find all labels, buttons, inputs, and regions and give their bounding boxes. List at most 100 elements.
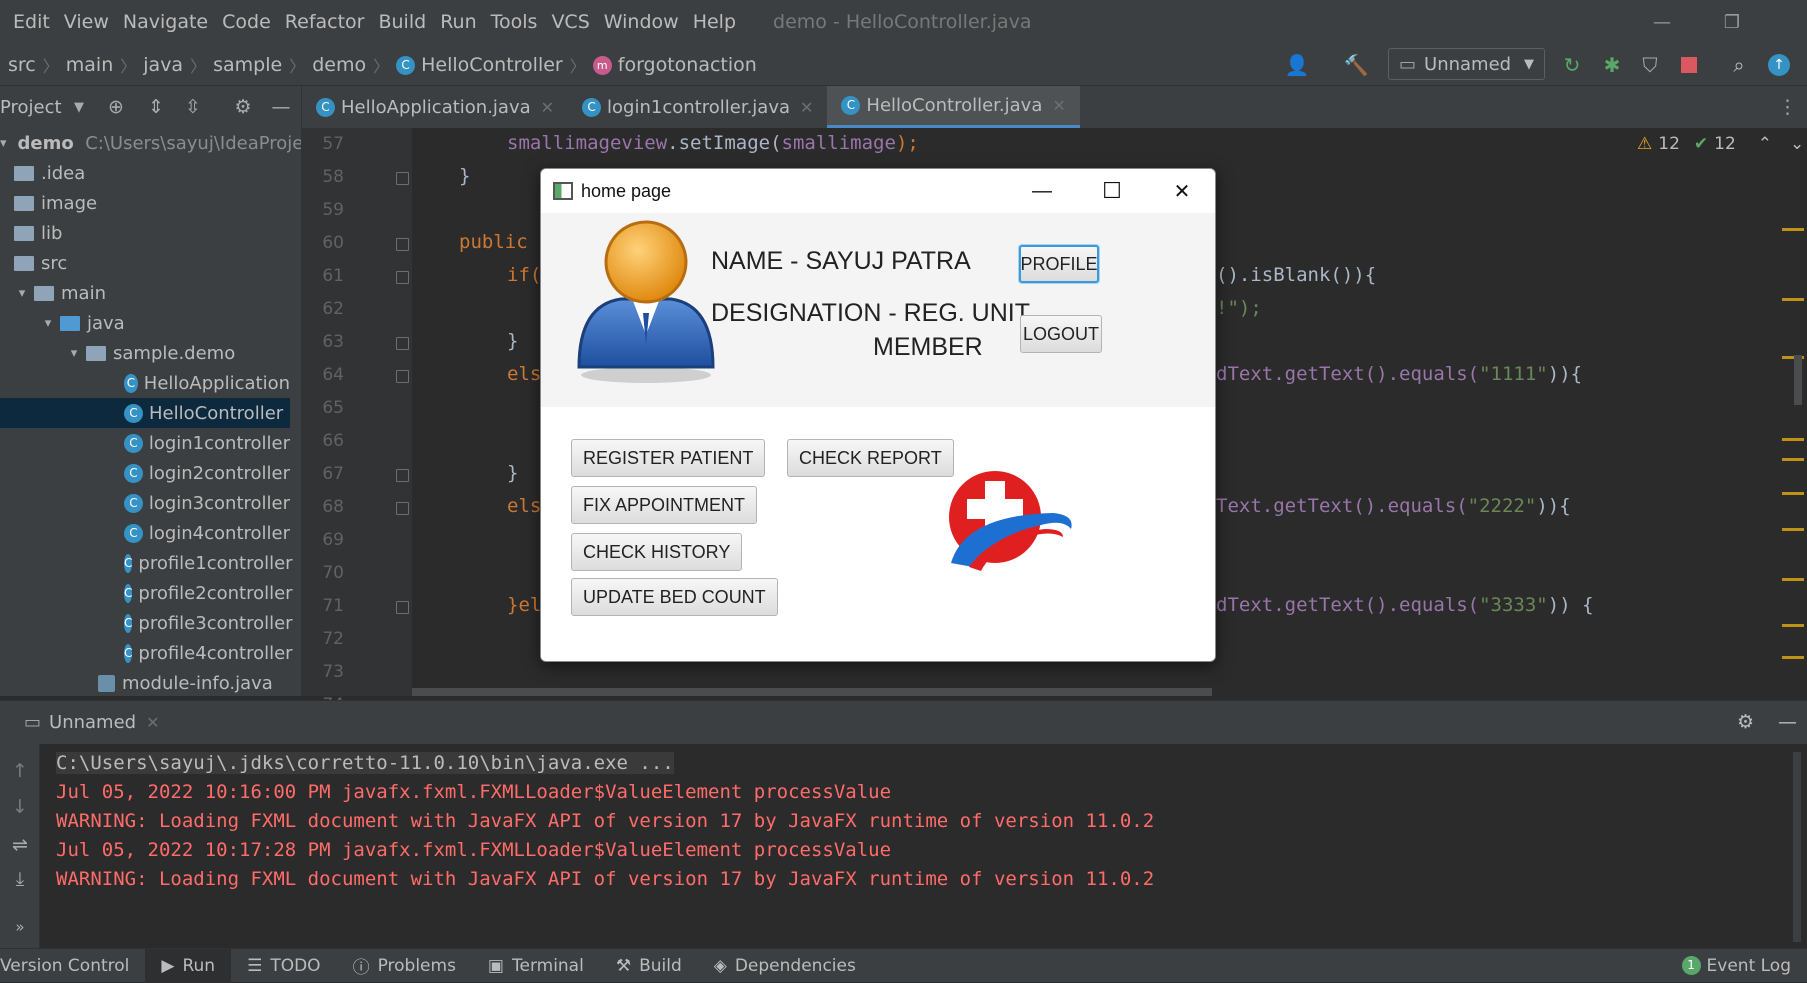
collapse-all-icon[interactable]: ⇳	[178, 86, 208, 128]
maximize-icon[interactable]: ☐	[1077, 169, 1147, 213]
more-icon[interactable]: »	[8, 918, 32, 936]
error-stripe-mark[interactable]	[1782, 438, 1804, 441]
arrow-down-icon[interactable]: ↓	[8, 796, 32, 818]
tree-node-class[interactable]: Cprofile1controller	[0, 548, 293, 578]
tree-node-module-info[interactable]: module-info.java	[0, 668, 290, 696]
tree-node-image[interactable]: image	[0, 188, 290, 218]
run-tab-label[interactable]: Unnamed	[49, 712, 136, 733]
hide-icon[interactable]: —	[1778, 711, 1797, 733]
chevron-up-icon[interactable]: ⌃	[1758, 134, 1772, 154]
run-tab[interactable]: ▶ Run	[145, 948, 232, 983]
fold-marker-icon[interactable]	[396, 271, 409, 284]
error-stripe-mark[interactable]	[1782, 458, 1804, 461]
minimize-icon[interactable]: —	[1007, 169, 1077, 213]
menu-view[interactable]: View	[57, 11, 116, 33]
crosshair-icon[interactable]: ⊕	[101, 86, 131, 128]
rerun-icon[interactable]: ↻	[1557, 50, 1587, 80]
chevron-down-icon[interactable]: ▾	[14, 286, 30, 301]
update-icon[interactable]: ↑	[1764, 50, 1794, 80]
build-tab[interactable]: ⚒ Build	[600, 949, 698, 983]
logout-button[interactable]: LOGOUT	[1020, 315, 1102, 353]
expand-all-icon[interactable]: ⇕	[141, 86, 171, 128]
dependencies-tab[interactable]: ◈ Dependencies	[698, 949, 872, 983]
close-icon[interactable]: ✕	[800, 98, 813, 117]
error-stripe-mark[interactable]	[1782, 528, 1804, 531]
fix-appointment-button[interactable]: FIX APPOINTMENT	[571, 486, 758, 524]
inspection-widget[interactable]: ⚠ 12 ✔ 12 ⌃ ⌄	[1637, 128, 1804, 160]
menu-run[interactable]: Run	[433, 11, 483, 33]
close-icon[interactable]: ✕	[146, 713, 159, 732]
gear-icon[interactable]: ⚙	[228, 86, 258, 128]
soft-wrap-icon[interactable]: ⇌	[8, 834, 32, 856]
todo-tab[interactable]: ☰ TODO	[231, 949, 337, 983]
menu-navigate[interactable]: Navigate	[116, 11, 215, 33]
hide-icon[interactable]: —	[266, 86, 296, 128]
fold-marker-icon[interactable]	[396, 601, 409, 614]
gear-icon[interactable]: ⚙	[1737, 711, 1754, 733]
tree-node-demo[interactable]: ▾ demo C:\Users\sayuj\IdeaProjects\d	[0, 128, 301, 158]
tree-node-lib[interactable]: lib	[0, 218, 290, 248]
error-stripe-mark[interactable]	[1782, 656, 1804, 659]
tree-node-class-selected[interactable]: C HelloController	[0, 398, 290, 428]
tree-node-class[interactable]: Cprofile2controller	[0, 578, 293, 608]
breadcrumb-demo[interactable]: demo	[308, 54, 370, 76]
chevron-down-icon[interactable]: ▾	[0, 136, 7, 151]
project-panel-title[interactable]: Project	[0, 97, 62, 118]
tree-node-java[interactable]: ▾ java	[0, 308, 290, 338]
run-config-select[interactable]: ▭ Unnamed ▼	[1388, 48, 1545, 80]
chevron-down-icon[interactable]: ⌄	[1790, 134, 1804, 154]
tree-node-class[interactable]: Clogin1controller	[0, 428, 290, 458]
tree-node-class[interactable]: Cprofile3controller	[0, 608, 293, 638]
console-output[interactable]: C:\Users\sayuj\.jdks\corretto-11.0.10\bi…	[40, 744, 1807, 948]
more-icon[interactable]: ⋮	[1778, 96, 1797, 118]
fold-marker-icon[interactable]	[396, 502, 409, 515]
debug-icon[interactable]: ✱	[1597, 50, 1627, 80]
horizontal-scrollbar[interactable]	[412, 688, 1212, 696]
close-icon[interactable]: ✕	[1052, 96, 1065, 115]
breadcrumb-main[interactable]: main	[62, 54, 117, 76]
menu-code[interactable]: Code	[215, 11, 278, 33]
fold-marker-icon[interactable]	[396, 238, 409, 251]
problems-tab[interactable]: ⓘ Problems	[337, 949, 472, 983]
tree-node-class[interactable]: Clogin2controller	[0, 458, 290, 488]
breadcrumb-method[interactable]: m forgotonaction	[589, 54, 761, 76]
menu-tools[interactable]: Tools	[484, 11, 545, 33]
fold-marker-icon[interactable]	[396, 370, 409, 383]
error-stripe-mark[interactable]	[1782, 492, 1804, 495]
fold-marker-icon[interactable]	[396, 337, 409, 350]
tab-login1controller[interactable]: Clogin1controller.java ✕	[568, 86, 827, 128]
menu-help[interactable]: Help	[686, 11, 743, 33]
error-stripe-mark[interactable]	[1782, 578, 1804, 581]
event-log-tab[interactable]: 1 Event Log	[1666, 949, 1807, 983]
terminal-tab[interactable]: ▣ Terminal	[472, 949, 600, 983]
check-history-button[interactable]: CHECK HISTORY	[571, 533, 743, 571]
tree-node-class[interactable]: Clogin3controller	[0, 488, 290, 518]
stop-icon[interactable]	[1674, 50, 1704, 80]
tree-node-main[interactable]: ▾ main	[0, 278, 290, 308]
minimize-icon[interactable]: —	[1637, 0, 1687, 44]
breadcrumb-src[interactable]: src	[0, 54, 40, 76]
close-icon[interactable]: ✕	[1147, 169, 1215, 213]
restore-icon[interactable]: ❐	[1707, 0, 1757, 44]
breadcrumb-java[interactable]: java	[139, 54, 187, 76]
coverage-icon[interactable]: ⛉	[1635, 50, 1665, 80]
fold-marker-icon[interactable]	[396, 172, 409, 185]
menu-refactor[interactable]: Refactor	[278, 11, 372, 33]
hammer-icon[interactable]: 🔨	[1341, 50, 1371, 80]
tree-node-idea[interactable]: .idea	[0, 158, 290, 188]
breadcrumb-class[interactable]: C HelloController	[392, 54, 567, 76]
tree-node-class[interactable]: Clogin4controller	[0, 518, 290, 548]
menu-window[interactable]: Window	[597, 11, 686, 33]
menu-build[interactable]: Build	[371, 11, 433, 33]
chevron-down-icon[interactable]: ▾	[40, 316, 56, 331]
console-scrollbar[interactable]	[1793, 752, 1801, 942]
vertical-scrollbar[interactable]	[1794, 355, 1802, 405]
fold-marker-icon[interactable]	[396, 469, 409, 482]
tree-node-class[interactable]: C HelloApplication	[0, 368, 290, 398]
check-report-button[interactable]: CHECK REPORT	[787, 439, 954, 477]
menu-edit[interactable]: Edit	[0, 11, 57, 33]
menu-vcs[interactable]: VCS	[544, 11, 596, 33]
tree-node-class[interactable]: Cprofile4controller	[0, 638, 293, 668]
version-control-tab[interactable]: Version Control	[0, 949, 145, 983]
profile-button[interactable]: PROFILE	[1019, 245, 1099, 283]
